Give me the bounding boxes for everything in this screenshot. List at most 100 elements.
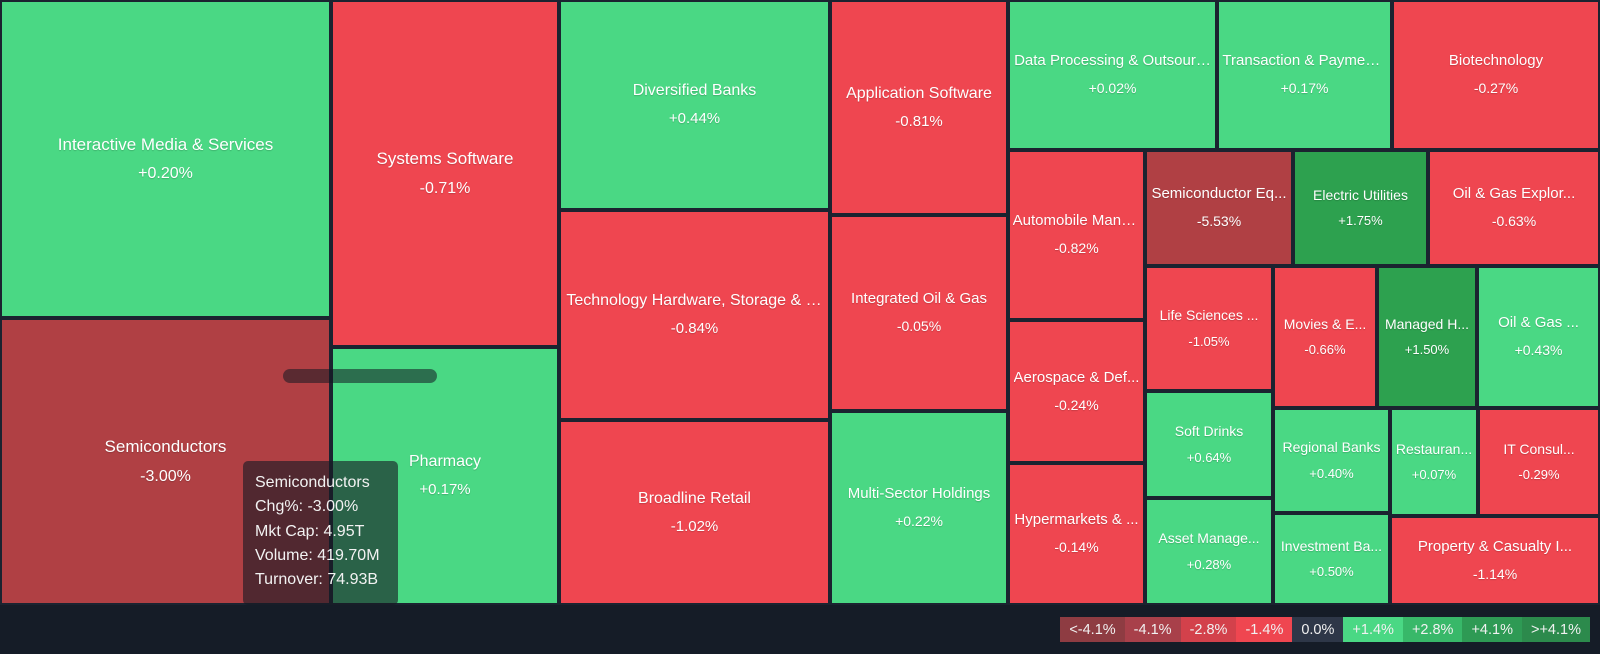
treemap-tile[interactable]: Integrated Oil & Gas -0.05% bbox=[830, 215, 1008, 411]
treemap-tile[interactable]: Biotechnology -0.27% bbox=[1392, 0, 1600, 150]
treemap-tile[interactable]: Investment Ba... +0.50% bbox=[1273, 513, 1390, 605]
treemap-drag-handle[interactable] bbox=[283, 369, 437, 383]
tile-change: +0.64% bbox=[1186, 449, 1232, 465]
tile-change: +0.17% bbox=[419, 481, 471, 499]
legend-cell[interactable]: 0.0% bbox=[1292, 617, 1344, 642]
legend-cell[interactable]: +2.8% bbox=[1402, 617, 1463, 642]
tile-label: Managed H... bbox=[1384, 315, 1470, 332]
tile-label: Integrated Oil & Gas bbox=[851, 290, 987, 308]
treemap-tile[interactable]: Asset Manage... +0.28% bbox=[1145, 498, 1273, 605]
tile-change: -1.05% bbox=[1188, 333, 1230, 349]
tile-label: Broadline Retail bbox=[638, 489, 751, 507]
tile-label: Hypermarkets & ... bbox=[1014, 511, 1139, 529]
treemap-tile[interactable]: Aerospace & Def... -0.24% bbox=[1008, 320, 1145, 463]
tile-label: Restauran... bbox=[1395, 440, 1473, 457]
treemap-tile[interactable]: Interactive Media & Services +0.20% bbox=[0, 0, 331, 318]
treemap-tile[interactable]: Systems Software -0.71% bbox=[331, 0, 559, 347]
treemap-tile[interactable]: Transaction & Payment... +0.17% bbox=[1217, 0, 1392, 150]
treemap-tile[interactable]: Diversified Banks +0.44% bbox=[559, 0, 830, 210]
treemap-tile[interactable]: Automobile Manu... -0.82% bbox=[1008, 150, 1145, 320]
legend-cell[interactable]: +4.1% bbox=[1462, 617, 1522, 642]
treemap-tile[interactable]: Pharmacy +0.17% bbox=[331, 347, 559, 605]
tile-change: +1.50% bbox=[1404, 342, 1450, 358]
legend-cell[interactable]: -2.8% bbox=[1180, 617, 1237, 642]
tile-label: Property & Casualty I... bbox=[1417, 537, 1573, 555]
tile-change: -0.24% bbox=[1054, 396, 1099, 413]
tile-label: Oil & Gas Explor... bbox=[1452, 185, 1576, 203]
treemap-tile[interactable]: Managed H... +1.50% bbox=[1377, 266, 1477, 408]
legend-cell[interactable]: <-4.1% bbox=[1060, 617, 1125, 642]
treemap-tile[interactable]: Data Processing & Outsourc... +0.02% bbox=[1008, 0, 1217, 150]
tile-label: Regional Banks bbox=[1282, 439, 1381, 456]
treemap-tile[interactable]: Restauran... +0.07% bbox=[1390, 408, 1478, 516]
treemap-tile[interactable]: Regional Banks +0.40% bbox=[1273, 408, 1390, 513]
tile-change: +0.40% bbox=[1309, 465, 1354, 481]
tile-change: -0.63% bbox=[1491, 213, 1537, 230]
tile-change: -3.00% bbox=[140, 467, 191, 485]
treemap-tile[interactable]: Oil & Gas Explor... -0.63% bbox=[1428, 150, 1600, 266]
tile-change: +0.17% bbox=[1280, 80, 1329, 97]
tile-change: +0.02% bbox=[1088, 80, 1137, 97]
tile-label: Pharmacy bbox=[408, 453, 482, 471]
tile-label: Aerospace & Def... bbox=[1013, 368, 1140, 386]
legend-cell[interactable]: -1.4% bbox=[1236, 617, 1293, 642]
treemap-app: Interactive Media & Services +0.20% Semico… bbox=[0, 0, 1600, 654]
tile-change: -0.27% bbox=[1473, 80, 1519, 97]
legend-cell[interactable]: +1.4% bbox=[1343, 617, 1403, 642]
tile-change: -1.14% bbox=[1472, 565, 1518, 582]
treemap-tile[interactable]: Life Sciences ... -1.05% bbox=[1145, 266, 1273, 391]
tile-label: Semiconductor Eq... bbox=[1151, 185, 1287, 203]
tile-change: +0.28% bbox=[1186, 556, 1232, 572]
treemap-tile[interactable]: Semiconductor Eq... -5.53% bbox=[1145, 150, 1293, 266]
treemap-tile[interactable]: Electric Utilities +1.75% bbox=[1293, 150, 1428, 266]
tile-change: -0.84% bbox=[670, 320, 719, 338]
tile-change: -0.14% bbox=[1054, 539, 1099, 556]
tile-change: +1.75% bbox=[1338, 213, 1383, 229]
treemap-tile[interactable]: IT Consul... -0.29% bbox=[1478, 408, 1600, 516]
tile-label: Soft Drinks bbox=[1174, 423, 1244, 440]
legend-cell[interactable]: >+4.1% bbox=[1522, 617, 1590, 642]
tile-label: Electric Utilities bbox=[1313, 186, 1408, 203]
tile-label: Application Software bbox=[846, 84, 992, 102]
color-scale-legend: <-4.1% -4.1% -2.8% -1.4% 0.0% +1.4% +2.8% +4.1%… bbox=[1060, 617, 1590, 642]
tile-change: +0.20% bbox=[138, 165, 193, 183]
tile-label: Technology Hardware, Storage & Per... bbox=[566, 292, 823, 310]
treemap-tile[interactable]: Soft Drinks +0.64% bbox=[1145, 391, 1273, 498]
treemap-tile[interactable]: Oil & Gas ... +0.43% bbox=[1477, 266, 1600, 408]
treemap-tile[interactable]: Semiconductors -3.00% bbox=[0, 318, 331, 605]
treemap-tile[interactable]: Hypermarkets & ... -0.14% bbox=[1008, 463, 1145, 605]
tile-change: -5.53% bbox=[1196, 213, 1242, 230]
tile-label: Semiconductors bbox=[104, 437, 227, 457]
tile-change: -0.29% bbox=[1518, 467, 1560, 483]
tile-change: -1.02% bbox=[670, 517, 719, 535]
tile-label: Life Sciences ... bbox=[1159, 307, 1259, 324]
tile-change: -0.66% bbox=[1304, 342, 1346, 358]
tile-label: Biotechnology bbox=[1448, 52, 1544, 70]
tile-change: -0.81% bbox=[895, 112, 943, 130]
tile-change: +0.07% bbox=[1411, 467, 1457, 483]
tile-label: Movies & E... bbox=[1283, 315, 1367, 332]
tile-change: -0.05% bbox=[896, 318, 942, 335]
tile-label: Oil & Gas ... bbox=[1498, 314, 1579, 332]
tile-change: +0.43% bbox=[1514, 342, 1563, 359]
tile-label: Diversified Banks bbox=[632, 82, 757, 100]
tile-label: Interactive Media & Services bbox=[57, 134, 274, 154]
tile-label: Automobile Manu... bbox=[1012, 212, 1141, 230]
legend-cell[interactable]: -4.1% bbox=[1124, 617, 1181, 642]
footer-bar: <-4.1% -4.1% -2.8% -1.4% 0.0% +1.4% +2.8% +4.1%… bbox=[0, 605, 1600, 654]
tile-label: Systems Software bbox=[376, 149, 514, 169]
tile-label: Multi-Sector Holdings bbox=[847, 485, 991, 503]
tile-change: +0.50% bbox=[1309, 564, 1354, 580]
tile-change: -0.82% bbox=[1054, 240, 1099, 257]
treemap-tile[interactable]: Application Software -0.81% bbox=[830, 0, 1008, 215]
treemap-tile[interactable]: Technology Hardware, Storage & Per... -0.… bbox=[559, 210, 830, 420]
tile-label: Asset Manage... bbox=[1158, 530, 1260, 547]
treemap-canvas[interactable]: Interactive Media & Services +0.20% Semico… bbox=[0, 0, 1600, 605]
treemap-tile[interactable]: Broadline Retail -1.02% bbox=[559, 420, 830, 605]
treemap-tile[interactable]: Multi-Sector Holdings +0.22% bbox=[830, 411, 1008, 605]
tile-label: Data Processing & Outsourc... bbox=[1014, 52, 1211, 70]
tile-label: Transaction & Payment... bbox=[1222, 52, 1387, 70]
tile-change: -0.71% bbox=[419, 179, 471, 197]
treemap-tile[interactable]: Movies & E... -0.66% bbox=[1273, 266, 1377, 408]
treemap-tile[interactable]: Property & Casualty I... -1.14% bbox=[1390, 516, 1600, 605]
